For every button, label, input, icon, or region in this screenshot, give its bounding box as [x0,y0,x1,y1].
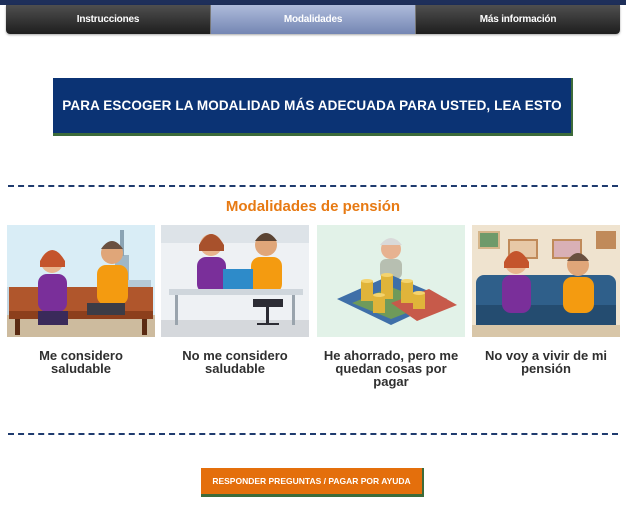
tab-bar: Instrucciones Modalidades Más informació… [6,5,620,34]
card-caption: He ahorrado, pero me quedan cosas por pa… [323,348,459,389]
coins-bills-illustration [317,225,465,337]
card-caption: No me considero saludable [182,348,288,376]
bench-couple-illustration [7,225,155,337]
banner-text: PARA ESCOGER LA MODALIDAD MÁS ADECUADA P… [62,98,562,113]
card-caption: Me considero saludable [39,348,123,376]
responder-preguntas-button[interactable]: RESPONDER PREGUNTAS / PAGAR POR AYUDA [201,468,424,497]
card-saludable[interactable]: Me considero saludable [7,225,155,375]
tab-instrucciones[interactable]: Instrucciones [6,5,211,34]
tab-modalidades[interactable]: Modalidades [211,5,416,34]
divider-top [8,185,618,187]
sofa-couple-illustration [472,225,620,337]
card-ahorrado[interactable]: He ahorrado, pero me quedan cosas por pa… [317,225,465,388]
section-title: Modalidades de pensión [225,198,401,215]
tab-mas-informacion[interactable]: Más información [416,5,620,34]
cta-label: RESPONDER PREGUNTAS / PAGAR POR AYUDA [212,476,411,486]
info-banner[interactable]: PARA ESCOGER LA MODALIDAD MÁS ADECUADA P… [53,78,573,136]
desk-couple-illustration [161,225,309,337]
card-no-vivir-pension[interactable]: No voy a vivir de mi pensión [472,225,620,375]
divider-bottom [8,433,618,435]
card-caption: No voy a vivir de mi pensión [484,348,608,376]
card-no-saludable[interactable]: No me considero saludable [161,225,309,375]
